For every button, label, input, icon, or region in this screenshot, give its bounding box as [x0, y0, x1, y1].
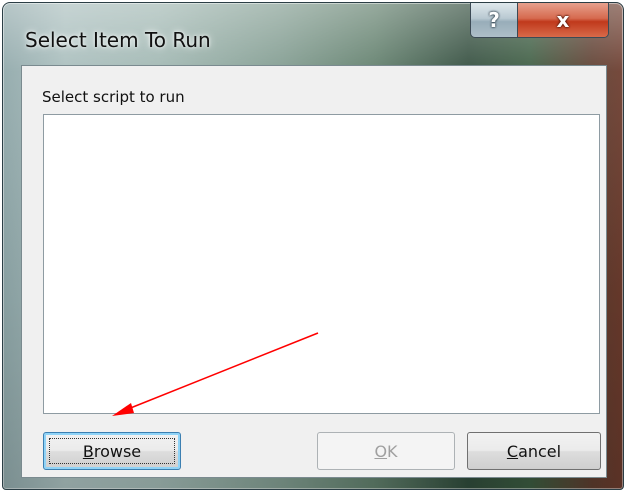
cancel-accelerator: C: [506, 441, 519, 461]
dialog-client-area: Select script to run Browse OK Cancel: [21, 65, 607, 478]
dialog-window: Select Item To Run ? x Select script to …: [2, 2, 624, 490]
close-icon: x: [556, 8, 570, 32]
ok-label-rest: K: [387, 441, 398, 461]
browse-button[interactable]: Browse: [43, 432, 181, 470]
ok-button-label: OK: [374, 442, 397, 461]
caption-buttons: ? x: [470, 3, 609, 38]
prompt-label: Select script to run: [42, 88, 185, 106]
script-list[interactable]: [43, 114, 600, 414]
help-button[interactable]: ?: [471, 3, 518, 37]
ok-button[interactable]: OK: [317, 432, 455, 470]
cancel-label-rest: ancel: [518, 441, 562, 461]
help-icon: ?: [488, 8, 500, 32]
window-title: Select Item To Run: [25, 28, 211, 52]
cancel-button[interactable]: Cancel: [467, 432, 601, 470]
close-button[interactable]: x: [518, 3, 608, 37]
ok-accelerator: O: [374, 441, 388, 461]
cancel-button-label: Cancel: [507, 442, 561, 461]
focus-rectangle: [49, 438, 175, 464]
